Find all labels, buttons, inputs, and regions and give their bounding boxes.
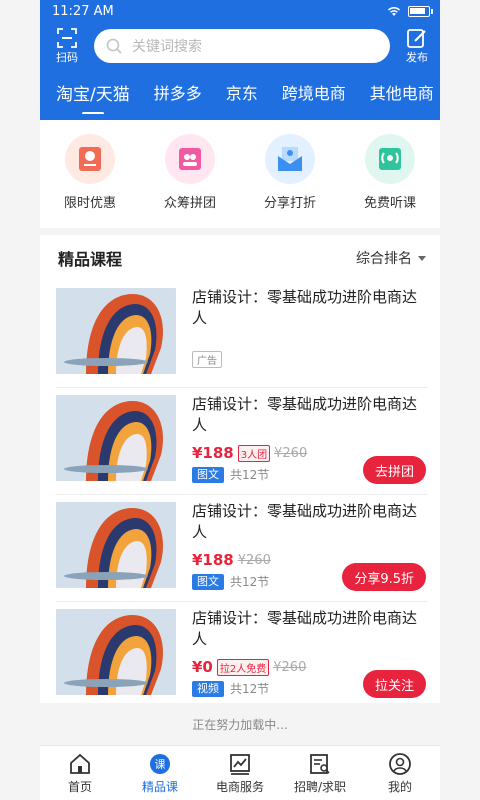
- content-type-tag: 视频: [192, 680, 224, 697]
- original-price: ¥260: [274, 445, 308, 461]
- quick-free-lessons[interactable]: 免费听课: [364, 134, 416, 228]
- course-row[interactable]: 店铺设计：零基础成功进阶电商达人 ¥188 ¥260 图文 共12节 分享9.5…: [56, 495, 428, 602]
- resume-icon: [310, 753, 330, 774]
- status-time: 11:27 AM: [52, 3, 114, 19]
- free-badge: 拉2人免费: [216, 658, 270, 676]
- join-group-button[interactable]: 去拼团: [362, 456, 426, 484]
- quick-links: 限时优惠 众筹拼团 分享打折 免费听课: [40, 120, 440, 228]
- nav-services[interactable]: 电商服务: [205, 752, 275, 795]
- scan-icon: [57, 28, 77, 48]
- course-row[interactable]: 店铺设计：零基础成功进阶电商达人 ¥188 3人团 ¥260 图文 共12节 去…: [56, 388, 428, 495]
- home-icon: [70, 753, 90, 774]
- bottom-nav: 首页 课 精品课 电商服务 招聘/求职 我的: [40, 745, 440, 800]
- course-thumbnail: [56, 288, 176, 374]
- group-ticket-icon: [164, 134, 215, 184]
- nav-profile[interactable]: 我的: [365, 752, 435, 795]
- nav-courses[interactable]: 课 精品课: [125, 752, 195, 795]
- chart-icon: [230, 753, 250, 775]
- lesson-count: 共12节: [230, 468, 270, 482]
- course-title: 店铺设计：零基础成功进阶电商达人: [192, 288, 418, 327]
- original-price: ¥260: [237, 552, 271, 568]
- quick-limited-offer[interactable]: 限时优惠: [64, 134, 116, 228]
- course-title: 店铺设计：零基础成功进阶电商达人: [192, 609, 418, 648]
- course-row[interactable]: 店铺设计：零基础成功进阶电商达人 广告: [56, 281, 428, 388]
- course-price: ¥188: [192, 551, 234, 569]
- content-type-tag: 图文: [192, 466, 224, 483]
- share-envelope-icon: [264, 134, 315, 184]
- course-title: 店铺设计：零基础成功进阶电商达人: [192, 502, 418, 541]
- scan-button[interactable]: 扫码: [52, 27, 82, 65]
- share-discount-button[interactable]: 分享9.5折: [342, 563, 426, 591]
- course-row[interactable]: 店铺设计：零基础成功进阶电商达人 ¥0 拉2人免费 ¥260 视频 共12节 拉…: [56, 602, 428, 709]
- nav-jobs[interactable]: 招聘/求职: [285, 752, 355, 795]
- course-thumbnail: [56, 502, 176, 588]
- tab-taobao[interactable]: 淘宝/天猫: [56, 80, 130, 105]
- section-title: 精品课程: [58, 250, 123, 269]
- category-tabs: 淘宝/天猫 拼多多 京东 跨境电商 其他电商: [40, 70, 440, 114]
- tab-jd[interactable]: 京东: [226, 80, 258, 104]
- wifi-icon: [387, 7, 401, 16]
- tab-cross-border[interactable]: 跨境电商: [282, 80, 346, 104]
- quick-group-buy[interactable]: 众筹拼团: [164, 134, 216, 228]
- quick-share-discount[interactable]: 分享打折: [264, 134, 316, 228]
- chevron-down-icon: [418, 255, 426, 261]
- edit-icon: [407, 29, 426, 48]
- course-icon: 课: [150, 753, 170, 774]
- user-icon: [389, 752, 411, 775]
- app-header: 11:27 AM 扫码 关键词搜索 发布 淘宝/天猫 拼多多 京东 跨境电商 其…: [40, 0, 440, 120]
- course-thumbnail: [56, 395, 176, 481]
- battery-icon: [408, 5, 433, 17]
- search-icon: [106, 38, 122, 54]
- course-title: 店铺设计：零基础成功进阶电商达人: [192, 395, 418, 434]
- svg-text:课: 课: [155, 758, 166, 771]
- content-type-tag: 图文: [192, 573, 224, 590]
- status-bar: 11:27 AM: [40, 0, 440, 22]
- course-thumbnail: [56, 609, 176, 695]
- course-price: ¥0: [192, 658, 213, 676]
- tab-pinduoduo[interactable]: 拼多多: [154, 80, 202, 104]
- tab-other[interactable]: 其他电商: [370, 80, 434, 104]
- lesson-count: 共12节: [230, 682, 270, 696]
- nav-home[interactable]: 首页: [45, 752, 115, 795]
- group-badge: 3人团: [237, 444, 271, 462]
- loading-indicator: 正在努力加载中...: [40, 703, 440, 745]
- course-price: ¥188: [192, 444, 234, 462]
- sort-dropdown[interactable]: 综合排名: [356, 248, 426, 268]
- lesson-count: 共12节: [230, 575, 270, 589]
- search-input[interactable]: 关键词搜索: [94, 29, 390, 63]
- ad-badge: 广告: [192, 351, 222, 368]
- search-placeholder: 关键词搜索: [132, 39, 202, 55]
- course-section: 精品课程 综合排名 店铺设计：零基础成功进阶电商达人 广告 店铺设计：零基础成功…: [40, 235, 440, 703]
- follow-button[interactable]: 拉关注: [362, 670, 426, 698]
- publish-button[interactable]: 发布: [402, 27, 432, 65]
- original-price: ¥260: [273, 659, 307, 675]
- broadcast-icon: [364, 134, 415, 184]
- coupon-icon: [64, 134, 115, 184]
